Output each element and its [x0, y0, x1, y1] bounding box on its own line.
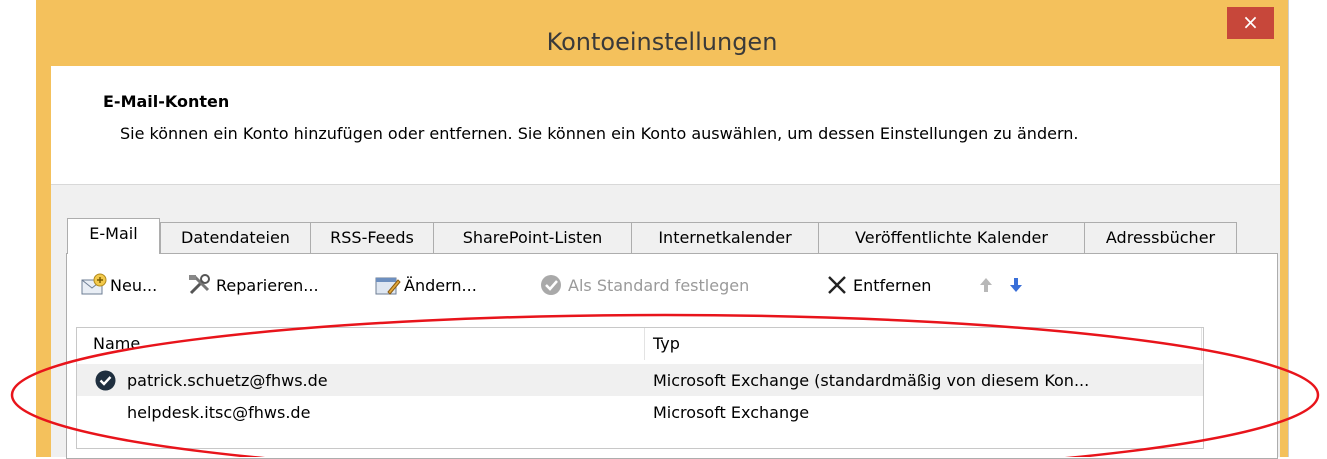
dialog-header: E-Mail-Konten Sie können ein Konto hinzu…: [51, 66, 1280, 185]
change-button-label: Ändern...: [404, 275, 477, 295]
change-button[interactable]: Ändern...: [374, 270, 477, 300]
account-type: Microsoft Exchange (standardmäßig von di…: [653, 371, 1090, 390]
dialog-body: E-Mail Datendateien RSS-Feeds SharePoint…: [51, 185, 1280, 459]
repair-tools-icon: [189, 274, 210, 295]
header-title: E-Mail-Konten: [103, 92, 230, 111]
set-default-button[interactable]: Als Standard festlegen: [538, 270, 749, 300]
column-header-name[interactable]: Name: [93, 334, 140, 353]
account-name: helpdesk.itsc@fhws.de: [127, 403, 311, 422]
account-list[interactable]: Name Typ patrick.schuetz@fhws.de Microso…: [76, 327, 1204, 449]
email-tab-panel: Neu... Reparieren... Ändern... Als Stand…: [66, 253, 1278, 459]
move-up-button[interactable]: [972, 270, 1002, 300]
header-description: Sie können ein Konto hinzufügen oder ent…: [120, 124, 1079, 143]
dialog-content: E-Mail-Konten Sie können ein Konto hinzu…: [51, 66, 1280, 459]
account-type: Microsoft Exchange: [653, 403, 810, 422]
background-edge: [1288, 0, 1289, 457]
repair-button-label: Reparieren...: [216, 275, 319, 295]
remove-button[interactable]: Entfernen: [823, 270, 931, 300]
tab-rss-feeds[interactable]: RSS-Feeds: [310, 222, 434, 253]
list-header: Name Typ: [77, 328, 1203, 360]
account-row[interactable]: patrick.schuetz@fhws.de Microsoft Exchan…: [77, 364, 1203, 396]
new-button-label: Neu...: [110, 275, 158, 295]
tab-internet-calendars[interactable]: Internetkalender: [631, 222, 819, 253]
tab-email[interactable]: E-Mail: [67, 218, 160, 254]
new-account-icon: [81, 273, 107, 295]
remove-x-icon: [828, 276, 846, 294]
tab-data-files[interactable]: Datendateien: [160, 222, 311, 253]
default-account-icon: [95, 370, 116, 391]
column-divider-end: [1201, 328, 1202, 360]
remove-button-label: Entfernen: [853, 275, 932, 295]
tab-sharepoint-lists[interactable]: SharePoint-Listen: [433, 222, 632, 253]
column-divider[interactable]: [644, 328, 645, 360]
account-row[interactable]: helpdesk.itsc@fhws.de Microsoft Exchange: [77, 396, 1203, 428]
new-button[interactable]: Neu...: [80, 270, 157, 300]
change-account-icon: [375, 277, 401, 295]
checkmark-circle-icon: [541, 275, 561, 295]
arrow-down-icon: [1010, 278, 1022, 292]
close-button[interactable]: ×: [1227, 7, 1274, 39]
arrow-up-icon: [980, 278, 992, 292]
repair-button[interactable]: Reparieren...: [186, 270, 319, 300]
account-name: patrick.schuetz@fhws.de: [127, 371, 328, 390]
tab-address-books[interactable]: Adressbücher: [1084, 222, 1237, 253]
column-header-type[interactable]: Typ: [653, 334, 680, 353]
move-down-button[interactable]: [1002, 270, 1032, 300]
account-settings-window: Kontoeinstellungen × E-Mail-Konten Sie k…: [36, 0, 1288, 459]
tab-published-calendars[interactable]: Veröffentlichte Kalender: [818, 222, 1085, 253]
set-default-button-label: Als Standard festlegen: [568, 275, 750, 295]
